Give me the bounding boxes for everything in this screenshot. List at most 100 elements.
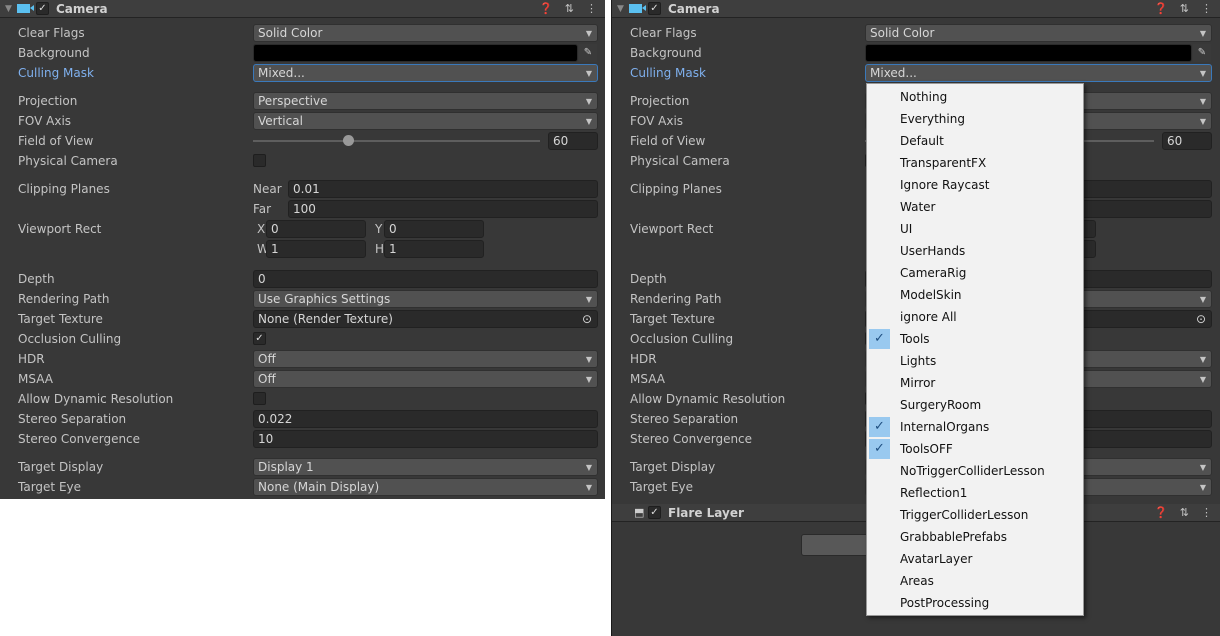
menu-item[interactable]: PostProcessing — [867, 592, 1083, 614]
background-label: Background — [630, 46, 702, 60]
flare-layer-enabled-checkbox[interactable]: ✓ — [648, 506, 661, 519]
sliders-icon[interactable]: ⇅ — [1180, 506, 1189, 519]
menu-item[interactable]: Water — [867, 196, 1083, 218]
stereo-convergence-field[interactable]: 10 — [253, 430, 598, 448]
projection-value: Perspective — [258, 94, 328, 108]
msaa-label: MSAA — [630, 372, 665, 386]
fov-axis-dropdown[interactable]: Vertical ▼ — [253, 112, 598, 130]
menu-item-label: Nothing — [900, 90, 948, 104]
target-display-dropdown[interactable]: Display 1 ▼ — [253, 458, 598, 476]
physical-camera-checkbox[interactable] — [253, 154, 266, 167]
menu-item-label: Everything — [900, 112, 965, 126]
eyedropper-icon[interactable]: ✎ — [579, 44, 597, 62]
background-color-field[interactable] — [865, 44, 1192, 62]
rendering-path-label: Rendering Path — [630, 292, 722, 306]
clear-flags-label: Clear Flags — [630, 26, 697, 40]
sliders-icon[interactable]: ⇅ — [565, 2, 574, 15]
clear-flags-dropdown[interactable]: Solid Color ▼ — [865, 24, 1212, 42]
viewport-w-field[interactable]: 1 — [266, 240, 366, 258]
menu-item[interactable]: SurgeryRoom — [867, 394, 1083, 416]
menu-item-label: Reflection1 — [900, 486, 968, 500]
depth-label: Depth — [630, 272, 667, 286]
fov-slider-track[interactable] — [253, 140, 540, 142]
depth-field[interactable]: 0 — [253, 270, 598, 288]
kebab-menu-icon[interactable]: ⋮ — [1201, 506, 1212, 519]
target-eye-label: Target Eye — [630, 480, 694, 494]
checkmark-icon: ✓ — [869, 417, 890, 437]
menu-item[interactable]: Lights — [867, 350, 1083, 372]
foldout-arrow-icon[interactable]: ▼ — [5, 4, 17, 14]
menu-item[interactable]: TransparentFX — [867, 152, 1083, 174]
menu-item[interactable]: UI — [867, 218, 1083, 240]
culling-mask-label: Culling Mask — [18, 66, 94, 80]
menu-item[interactable]: Areas — [867, 570, 1083, 592]
component-header[interactable]: ▼ ✓ Camera ❓ ⇅ ⋮ — [0, 0, 605, 18]
menu-item[interactable]: GrabbablePrefabs — [867, 526, 1083, 548]
msaa-dropdown[interactable]: Off ▼ — [253, 370, 598, 388]
eyedropper-icon[interactable]: ✎ — [1193, 44, 1211, 62]
fov-slider-knob[interactable] — [343, 135, 355, 146]
help-icon[interactable]: ❓ — [539, 2, 553, 15]
fov-axis-label: FOV Axis — [630, 114, 684, 128]
viewport-x-field[interactable]: 0 — [266, 220, 366, 238]
menu-item[interactable]: AvatarLayer — [867, 548, 1083, 570]
menu-item[interactable]: ✓ Tools — [867, 328, 1083, 350]
menu-item[interactable]: ✓ InternalOrgans — [867, 416, 1083, 438]
menu-item[interactable]: Ignore Raycast — [867, 174, 1083, 196]
menu-item[interactable]: Default — [867, 130, 1083, 152]
stereo-separation-field[interactable]: 0.022 — [253, 410, 598, 428]
object-picker-icon[interactable]: ⊙ — [582, 311, 592, 328]
menu-item[interactable]: Mirror — [867, 372, 1083, 394]
menu-item[interactable]: NoTriggerColliderLesson — [867, 460, 1083, 482]
menu-item[interactable]: ✓ ToolsOFF — [867, 438, 1083, 460]
field-of-view-field[interactable]: 60 — [1162, 132, 1212, 150]
background-color-field[interactable] — [253, 44, 578, 62]
sliders-icon[interactable]: ⇅ — [1180, 2, 1189, 15]
viewport-y-field[interactable]: 0 — [384, 220, 484, 238]
menu-item[interactable]: CameraRig — [867, 262, 1083, 284]
kebab-menu-icon[interactable]: ⋮ — [586, 2, 597, 15]
enabled-checkbox[interactable]: ✓ — [648, 2, 661, 15]
target-texture-object-field[interactable]: None (Render Texture) ⊙ — [253, 310, 598, 328]
object-picker-icon[interactable]: ⊙ — [1196, 311, 1206, 328]
menu-item[interactable]: TriggerColliderLesson — [867, 504, 1083, 526]
menu-item[interactable]: ignore All — [867, 306, 1083, 328]
component-header[interactable]: ▼ ✓ Camera ❓ ⇅ ⋮ — [612, 0, 1220, 18]
flare-layer-button[interactable] — [801, 534, 871, 556]
menu-item-label: CameraRig — [900, 266, 967, 280]
help-icon[interactable]: ❓ — [1154, 506, 1168, 519]
kebab-menu-icon[interactable]: ⋮ — [1201, 2, 1212, 15]
help-icon[interactable]: ❓ — [1154, 2, 1168, 15]
foldout-arrow-icon[interactable]: ▼ — [617, 4, 629, 14]
projection-dropdown[interactable]: Perspective ▼ — [253, 92, 598, 110]
viewport-h-field[interactable]: 1 — [384, 240, 484, 258]
menu-item[interactable]: Everything — [867, 108, 1083, 130]
enabled-checkbox[interactable]: ✓ — [36, 2, 49, 15]
rendering-path-label: Rendering Path — [18, 292, 110, 306]
menu-item[interactable]: UserHands — [867, 240, 1083, 262]
clear-flags-dropdown[interactable]: Solid Color ▼ — [253, 24, 598, 42]
menu-item-label: Lights — [900, 354, 937, 368]
fov-axis-label: FOV Axis — [18, 114, 72, 128]
viewport-rect-label: Viewport Rect — [630, 222, 714, 236]
rendering-path-dropdown[interactable]: Use Graphics Settings ▼ — [253, 290, 598, 308]
camera-icon — [17, 4, 34, 13]
clip-near-field[interactable]: 0.01 — [288, 180, 598, 198]
target-eye-dropdown[interactable]: None (Main Display) ▼ — [253, 478, 598, 496]
allow-dynamic-resolution-checkbox[interactable] — [253, 392, 266, 405]
culling-mask-dropdown[interactable]: Mixed... ▼ — [865, 64, 1212, 82]
clip-far-field[interactable]: 100 — [288, 200, 598, 218]
target-display-value: Display 1 — [258, 460, 314, 474]
culling-mask-dropdown[interactable]: Mixed... ▼ — [253, 64, 598, 82]
clip-near-label: Near — [253, 182, 282, 196]
flare-header-icons: ❓ ⇅ ⋮ — [1154, 506, 1212, 519]
allow-dynamic-resolution-label: Allow Dynamic Resolution — [18, 392, 174, 406]
menu-item[interactable]: ModelSkin — [867, 284, 1083, 306]
add-component-icon: ⬒ — [634, 506, 645, 519]
menu-item[interactable]: Reflection1 — [867, 482, 1083, 504]
hdr-dropdown[interactable]: Off ▼ — [253, 350, 598, 368]
menu-item[interactable]: Nothing — [867, 86, 1083, 108]
menu-item-label: GrabbablePrefabs — [900, 530, 1008, 544]
occlusion-culling-checkbox[interactable]: ✓ — [253, 332, 266, 345]
field-of-view-field[interactable]: 60 — [548, 132, 598, 150]
